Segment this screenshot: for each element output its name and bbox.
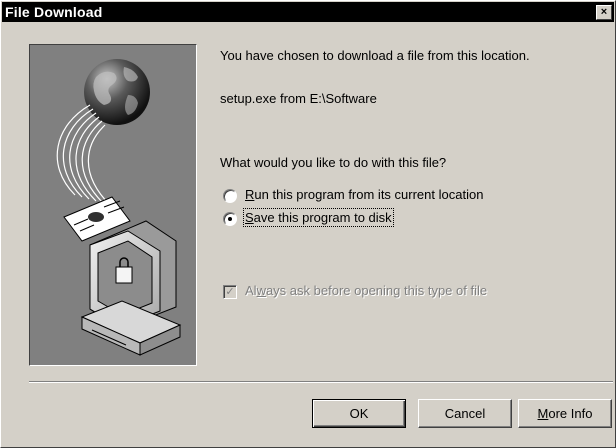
button-separator xyxy=(29,381,613,383)
always-ask-label[interactable]: Always ask before opening this type of f… xyxy=(245,283,487,298)
file-download-dialog: File Download × You have chosen to downl… xyxy=(0,0,616,448)
download-illustration xyxy=(29,44,197,366)
radio-selected-dot xyxy=(228,217,232,221)
save-radio[interactable] xyxy=(223,212,237,226)
always-ask-checkbox[interactable]: ✓ xyxy=(223,285,237,299)
save-option-label[interactable]: Save this program to disk xyxy=(243,208,394,227)
computer-icon xyxy=(80,220,182,356)
close-icon: × xyxy=(600,6,608,18)
ok-button[interactable]: OK xyxy=(312,399,406,428)
close-button[interactable]: × xyxy=(596,5,612,20)
question-text: What would you like to do with this file… xyxy=(220,155,447,170)
dialog-title: File Download xyxy=(5,4,103,20)
title-bar[interactable]: File Download × xyxy=(2,2,614,22)
intro-text: You have chosen to download a file from … xyxy=(220,48,530,63)
source-text: setup.exe from E:\Software xyxy=(220,91,377,106)
cancel-button[interactable]: Cancel xyxy=(418,399,512,428)
run-option-label[interactable]: Run this program from its current locati… xyxy=(245,187,483,202)
run-radio[interactable] xyxy=(223,189,237,203)
more-info-button[interactable]: More Info xyxy=(518,399,612,428)
